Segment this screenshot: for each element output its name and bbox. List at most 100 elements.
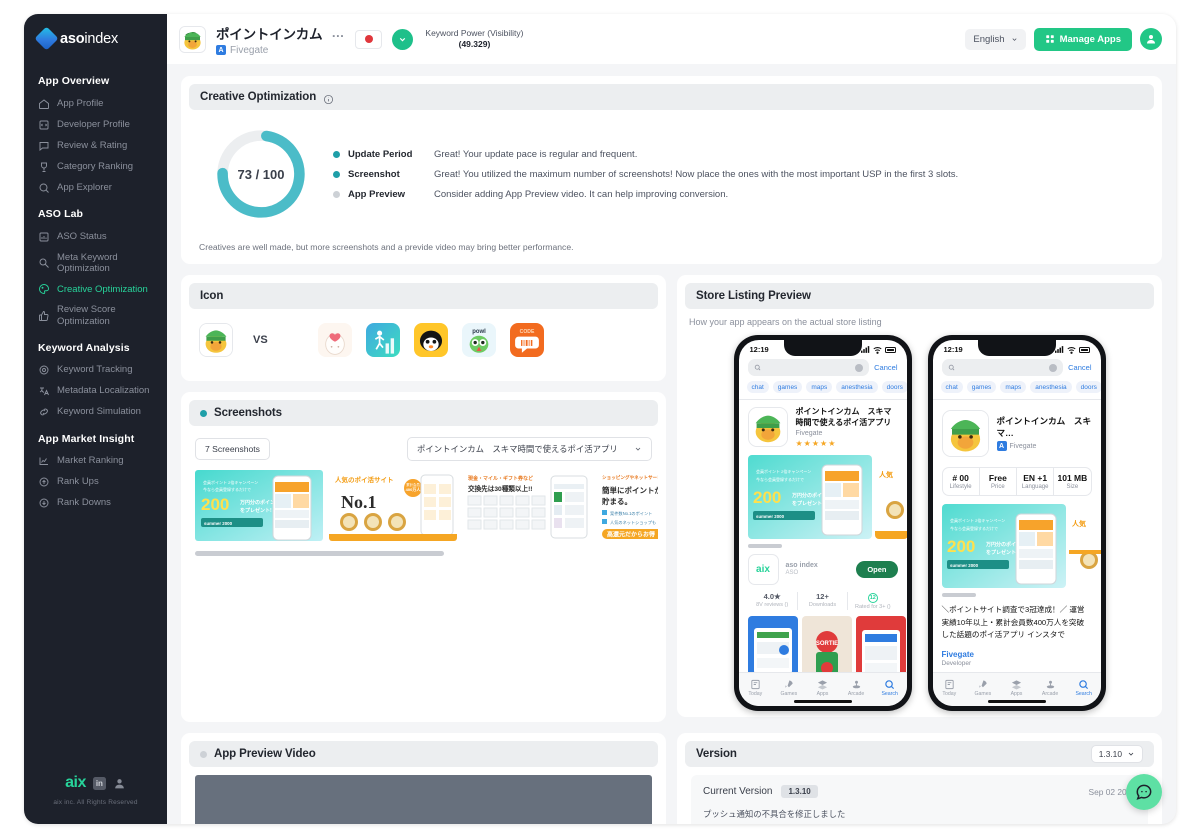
screenshot-thumbnail-strip[interactable]: 会員ポイント 2倍キャンペーン 今なら会員登録するだけで 200 万円分のポイン… xyxy=(189,470,658,541)
related-screenshots-row[interactable]: SORTIE xyxy=(739,610,907,678)
manage-apps-button[interactable]: Manage Apps xyxy=(1033,27,1132,51)
version-select[interactable]: 1.3.10 xyxy=(1090,745,1143,763)
chip[interactable]: doors xyxy=(1075,381,1101,393)
open-button[interactable]: Open xyxy=(856,560,898,578)
status-dot-icon xyxy=(200,409,207,417)
screenshot-thumbnail[interactable]: 会員ポイント 2倍キャンペーン 今なら会員登録するだけで 200 万円分のポイン… xyxy=(195,470,323,541)
person-icon[interactable] xyxy=(113,777,126,790)
chip[interactable]: anesthesia xyxy=(836,381,878,393)
version-select-value: 1.3.10 xyxy=(1098,749,1122,759)
gallery-screenshot[interactable]: 会員ポイント 2倍キャンペーン 今なら会員登録するだけで 200 万円分のポイン… xyxy=(747,454,872,539)
checklist-row: Update Period Great! Your update pace is… xyxy=(333,149,958,160)
app-overflow-icon[interactable]: … xyxy=(331,25,345,40)
chip[interactable]: maps xyxy=(1000,381,1027,393)
product-developer-row: A Fivegate xyxy=(996,441,1092,452)
home-icon xyxy=(38,98,50,110)
version-row: Current Version 1.3.10 Sep 02 2025 xyxy=(703,785,1136,798)
chip[interactable]: games xyxy=(966,381,997,393)
screenshot-thumbnail[interactable]: ショッピングやネットサービスで 簡単にポイントが 貯まる。 案件数No.1のポイ… xyxy=(597,470,658,541)
screenshots-title: Screenshots xyxy=(214,407,282,419)
stat-value: 4.0★ xyxy=(763,591,781,601)
brand-logo-area[interactable]: asoindex xyxy=(24,14,167,65)
chip[interactable]: games xyxy=(772,381,803,393)
cancel-button[interactable]: Cancel xyxy=(1068,363,1091,372)
sidebar-item-app-explorer[interactable]: App Explorer xyxy=(38,177,159,198)
chip[interactable]: anesthesia xyxy=(1030,381,1072,393)
screenshot-locale-select[interactable]: ポイントインカム スキマ時間で使えるポイ活アプリ xyxy=(407,437,652,461)
sidebar-item-aso-status[interactable]: ASO Status xyxy=(38,226,159,247)
chip[interactable]: chat xyxy=(746,381,769,393)
expand-toggle-button[interactable] xyxy=(392,28,414,50)
sidebar-item-metadata-localization[interactable]: Metadata Localization xyxy=(38,381,159,402)
gallery-screenshot[interactable]: 人気 xyxy=(1068,504,1101,588)
competitor-icon-5[interactable]: CODE xyxy=(509,323,544,357)
sidebar-item-developer-profile[interactable]: Developer Profile xyxy=(38,114,159,135)
competitor-icon-1[interactable] xyxy=(317,323,352,357)
chat-support-button[interactable] xyxy=(1126,774,1162,810)
cancel-button[interactable]: Cancel xyxy=(874,363,897,372)
related-screenshot[interactable]: SORTIE xyxy=(801,615,852,678)
sidebar-item-review-score-optimization[interactable]: Review Score Optimization xyxy=(38,300,159,332)
tab-arcade[interactable]: Arcade xyxy=(1033,679,1067,697)
info-icon[interactable] xyxy=(323,92,334,104)
tab-arcade[interactable]: Arcade xyxy=(839,679,873,697)
related-screenshot[interactable] xyxy=(747,615,798,678)
meta-value: Free xyxy=(988,473,1007,483)
sidebar-item-review-rating[interactable]: Review & Rating xyxy=(38,135,159,156)
related-screenshot[interactable] xyxy=(855,615,906,678)
store-gallery[interactable]: 会員ポイント 2倍キャンペーン 今なら会員登録するだけで 200 万円分のポイン… xyxy=(739,452,907,539)
svg-text:人気: 人気 xyxy=(879,470,893,479)
sidebar-item-meta-keyword-optimization[interactable]: Meta Keyword Optimization xyxy=(38,247,159,279)
clear-icon[interactable] xyxy=(855,363,864,372)
chip[interactable]: chat xyxy=(940,381,963,393)
language-select[interactable]: English xyxy=(965,28,1026,50)
sidebar-item-rank-ups[interactable]: Rank Ups xyxy=(38,472,159,493)
svg-text:会員ポイント 2倍キャンペーン: 会員ポイント 2倍キャンペーン xyxy=(203,479,258,485)
tab-apps[interactable]: Apps xyxy=(1000,679,1034,697)
clear-icon[interactable] xyxy=(1049,363,1058,372)
sidebar-item-market-ranking[interactable]: Market Ranking xyxy=(38,451,159,472)
screenshot-count-chip[interactable]: 7 Screenshots xyxy=(195,438,270,460)
tab-search[interactable]: Search xyxy=(1067,679,1101,697)
linkedin-icon[interactable]: in xyxy=(92,776,106,790)
tab-apps[interactable]: Apps xyxy=(806,679,840,697)
tab-search[interactable]: Search xyxy=(873,679,907,697)
related-app-sub: ASO xyxy=(785,570,799,577)
search-input[interactable] xyxy=(747,359,870,376)
two-column-row: Icon VS powl CODE Screenshots 7 Screensh… xyxy=(181,275,1162,733)
product-developer-block: Fivegate Developer xyxy=(933,642,1101,667)
competitor-icon-2[interactable] xyxy=(365,323,400,357)
competitor-icon-4[interactable]: powl xyxy=(461,323,496,357)
chip[interactable]: doors xyxy=(881,381,907,393)
gallery-screenshot[interactable]: 会員ポイント 2倍キャンペーン 今なら会員登録するだけで 200 万円分のポイン… xyxy=(941,504,1066,588)
screenshots-scrollbar[interactable] xyxy=(195,551,444,556)
sidebar-item-rank-downs[interactable]: Rank Downs xyxy=(38,493,159,514)
tab-today[interactable]: Today xyxy=(739,679,773,697)
product-gallery[interactable]: 会員ポイント 2倍キャンペーン 今なら会員登録するだけで 200 万円分のポイン… xyxy=(933,501,1101,588)
sidebar-item-creative-optimization[interactable]: Creative Optimization xyxy=(38,279,159,300)
sidebar-item-keyword-simulation[interactable]: Keyword Simulation xyxy=(38,402,159,423)
search-icon xyxy=(1067,679,1101,690)
tab-games[interactable]: Games xyxy=(966,679,1000,697)
tab-games[interactable]: Games xyxy=(772,679,806,697)
score-donut-chart: 73 / 100 xyxy=(213,126,309,222)
chip[interactable]: maps xyxy=(806,381,833,393)
country-flag-button[interactable] xyxy=(355,29,383,49)
apps-stack-icon xyxy=(1000,679,1034,690)
meta-cell: EN +1 Language xyxy=(1017,468,1055,495)
tab-today[interactable]: Today xyxy=(933,679,967,697)
sidebar-item-keyword-tracking[interactable]: Keyword Tracking xyxy=(38,360,159,381)
avatar[interactable] xyxy=(1140,28,1162,50)
app-stats-row: 4.0★ 8V reviews () 12+ Downloads 12 Rate… xyxy=(748,591,898,610)
status-dot-icon xyxy=(200,750,207,758)
search-input[interactable] xyxy=(941,359,1064,376)
video-placeholder[interactable] xyxy=(195,775,652,824)
sidebar-item-category-ranking[interactable]: Category Ranking xyxy=(38,156,159,177)
screenshot-thumbnail[interactable]: 人気のポイ活サイト No.1 累計会員 400万人 xyxy=(329,470,457,541)
gallery-screenshot[interactable]: 人気 xyxy=(874,454,907,539)
screenshot-thumbnail[interactable]: 現金・マイル・ギフト券など 交換先は30種類以上!! xyxy=(463,470,591,541)
aix-logo: aix xyxy=(65,774,86,791)
sidebar-item-app-profile[interactable]: App Profile xyxy=(38,93,159,114)
developer-link[interactable]: Fivegate xyxy=(942,650,1092,659)
competitor-icon-3[interactable] xyxy=(413,323,448,357)
